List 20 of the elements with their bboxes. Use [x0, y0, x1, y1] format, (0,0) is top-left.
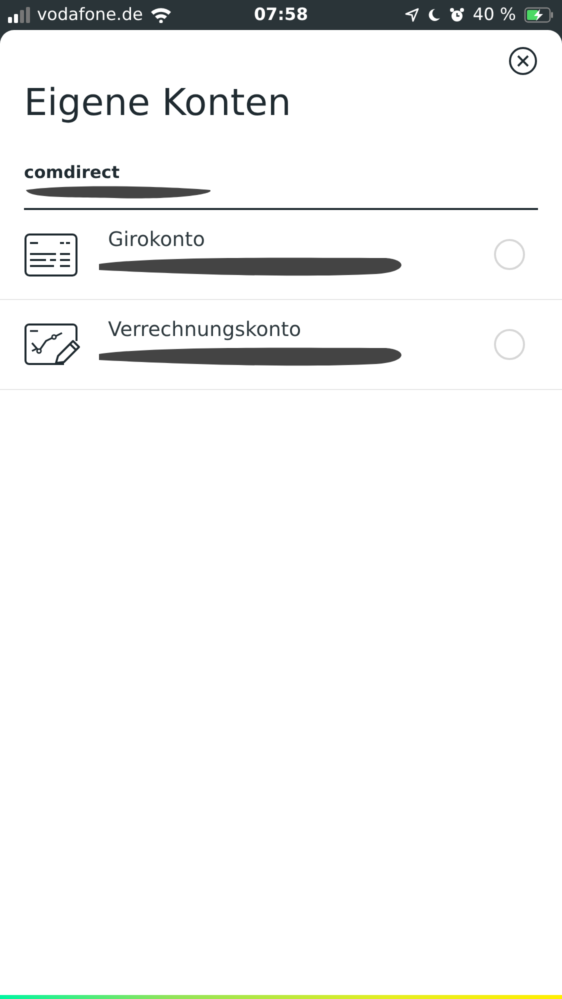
close-button[interactable]	[508, 46, 538, 76]
bank-card-icon	[24, 232, 78, 276]
radio-button[interactable]	[494, 329, 525, 360]
account-row[interactable]: Girokonto	[0, 210, 562, 300]
account-name: Verrechnungskonto	[108, 316, 302, 342]
account-name: Girokonto	[108, 226, 205, 252]
alarm-clock-icon	[448, 7, 465, 23]
carrier-name: vodafone.de	[37, 5, 143, 25]
sheet-title: Eigene Konten	[23, 80, 292, 126]
bank-name: comdirect	[24, 162, 120, 184]
battery-charging-icon	[524, 7, 554, 23]
location-arrow-icon	[404, 8, 419, 22]
signal-icon	[8, 7, 30, 23]
radio-button[interactable]	[494, 239, 525, 270]
account-row[interactable]: Verrechnungskonto	[0, 300, 562, 390]
battery-percentage: 40 %	[472, 5, 516, 25]
chart-pencil-icon	[24, 322, 82, 366]
moon-icon	[426, 8, 441, 22]
wifi-icon	[150, 7, 172, 23]
clock-time: 07:58	[254, 5, 308, 25]
